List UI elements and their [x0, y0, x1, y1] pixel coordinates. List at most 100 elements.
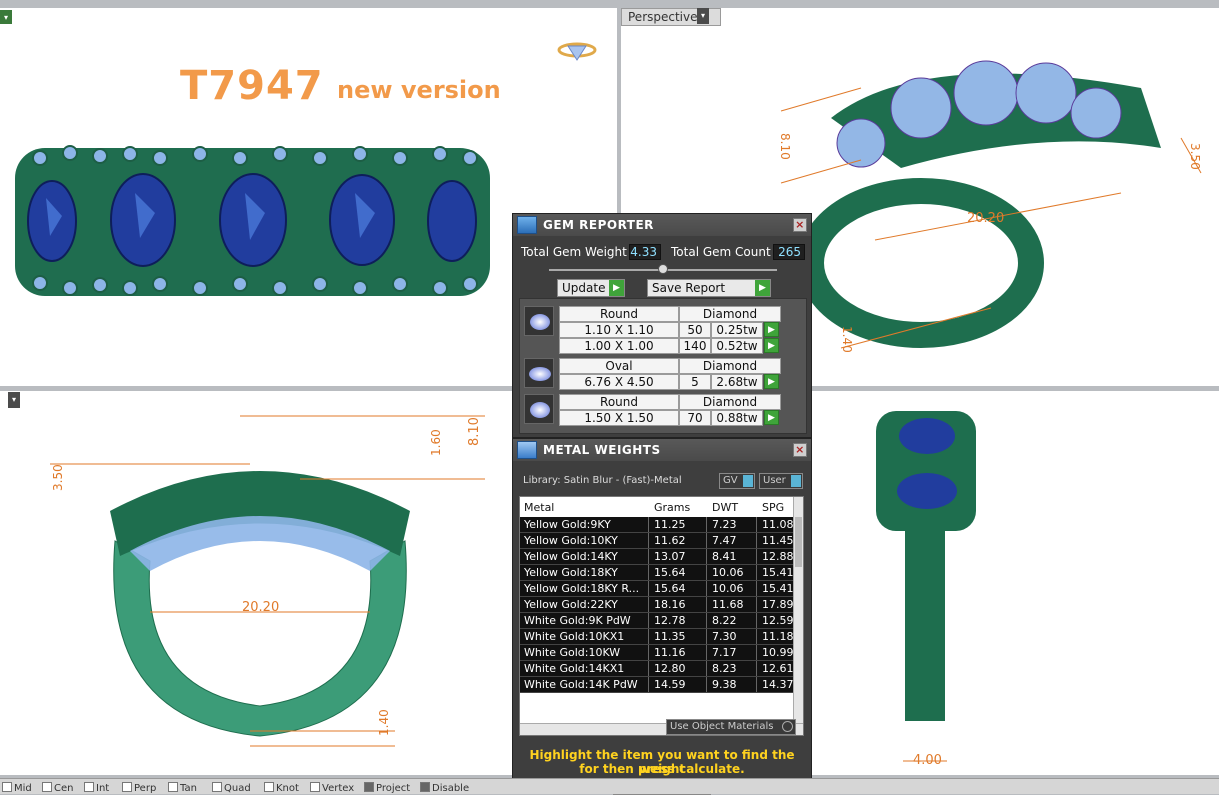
snap-option-quad[interactable]: Quad	[212, 782, 251, 794]
metal-cell: 14.37	[762, 678, 794, 691]
column-header[interactable]: Grams	[654, 501, 690, 514]
snap-status-bar: Mid Cen Int Perp Tan Quad Knot Vertex Project Dis…	[0, 778, 1219, 794]
metal-cell: 15.64	[654, 566, 686, 579]
metal-row[interactable]: Yellow Gold:22KY 18.16 11.68 17.89	[520, 597, 795, 613]
column-header[interactable]: Metal	[524, 501, 554, 514]
select-gem-button[interactable]: ▶	[764, 322, 779, 337]
metal-cell: 17.89	[762, 598, 794, 611]
metal-cell: 11.35	[654, 630, 686, 643]
snap-option-perp[interactable]: Perp	[122, 782, 156, 794]
gem-shape: Round	[559, 306, 679, 322]
gem-reporter-title: GEM REPORTER	[543, 218, 654, 232]
select-gem-button[interactable]: ▶	[764, 338, 779, 353]
checkbox-icon[interactable]	[122, 782, 132, 792]
gem-group: Round Diamond 1.50 X 1.50 70 0.88tw ▶	[523, 394, 781, 428]
gem-count: 70	[679, 410, 711, 426]
metal-row[interactable]: White Gold:10KW 11.16 7.17 10.99	[520, 645, 795, 661]
metal-cell: 12.80	[654, 662, 686, 675]
snap-option-cen[interactable]: Cen	[42, 782, 73, 794]
dim-label: 1.40	[840, 326, 854, 353]
snap-option-knot[interactable]: Knot	[264, 782, 299, 794]
metal-row[interactable]: Yellow Gold:10KY 11.62 7.47 11.45	[520, 533, 795, 549]
gem-slider-handle[interactable]	[658, 264, 668, 274]
gem-material: Diamond	[679, 394, 781, 410]
oval-gem-icon	[524, 358, 554, 388]
checkbox-icon[interactable]	[420, 782, 430, 792]
checkbox-icon[interactable]	[264, 782, 274, 792]
snap-option-label: Quad	[224, 783, 251, 794]
column-header[interactable]: DWT	[712, 501, 738, 514]
save-report-button-label: Save Report	[652, 281, 726, 295]
dim-label: 8.10	[467, 417, 482, 446]
snap-option-label: Vertex	[322, 783, 355, 794]
metal-table-header: Metal Grams DWT SPG	[520, 497, 795, 517]
gem-shape: Round	[559, 394, 679, 410]
metal-cell: White Gold:10KX1	[524, 630, 625, 643]
metal-weights-header[interactable]: METAL WEIGHTS ×	[513, 439, 811, 461]
gem-tw: 0.52tw	[711, 338, 763, 354]
gem-shape: Oval	[559, 358, 679, 374]
metal-row[interactable]: White Gold:14K PdW 14.59 9.38 14.37	[520, 677, 795, 693]
checkbox-icon[interactable]	[84, 782, 94, 792]
snap-option-label: Int	[96, 783, 110, 794]
user-toggle-label: User	[763, 475, 786, 486]
gem-group: Round Diamond 1.10 X 1.10 50 0.25tw ▶ 1.…	[523, 306, 781, 356]
gem-material: Diamond	[679, 358, 781, 374]
metal-cell: 10.06	[712, 582, 744, 595]
snap-option-vertex[interactable]: Vertex	[310, 782, 354, 794]
metal-cell: 12.78	[654, 614, 686, 627]
snap-option-int[interactable]: Int	[84, 782, 109, 794]
metal-row[interactable]: Yellow Gold:9KY 11.25 7.23 11.08	[520, 517, 795, 533]
metal-row[interactable]: Yellow Gold:18KY R... 15.64 10.06 15.41	[520, 581, 795, 597]
metal-row[interactable]: Yellow Gold:14KY 13.07 8.41 12.88	[520, 549, 795, 565]
checkbox-icon[interactable]	[168, 782, 178, 792]
metal-cell: Yellow Gold:18KY R...	[524, 582, 640, 595]
snap-option-label: Perp	[134, 783, 157, 794]
metal-cell: 11.16	[654, 646, 686, 659]
snap-option-disable[interactable]: Disable	[420, 782, 469, 794]
close-icon[interactable]: ×	[793, 443, 807, 457]
metal-cell: 11.45	[762, 534, 794, 547]
checkbox-icon[interactable]	[212, 782, 222, 792]
gem-material: Diamond	[679, 306, 781, 322]
snap-option-label: Project	[376, 783, 411, 794]
use-object-materials-select[interactable]: Use Object Materials	[666, 719, 796, 735]
snap-option-mid[interactable]: Mid	[2, 782, 32, 794]
gem-tw: 0.25tw	[711, 322, 763, 338]
gem-reporter-panel: GEM REPORTER × Total Gem Weight 4.33 Tot…	[512, 213, 812, 438]
checkbox-icon[interactable]	[42, 782, 52, 792]
metal-row[interactable]: White Gold:14KX1 12.80 8.23 12.61	[520, 661, 795, 677]
gv-toggle[interactable]: GV	[719, 473, 755, 489]
snap-option-tan[interactable]: Tan	[168, 782, 197, 794]
checkbox-icon[interactable]	[310, 782, 320, 792]
metal-cell: 12.61	[762, 662, 794, 675]
metal-cell: White Gold:14K PdW	[524, 678, 638, 691]
column-header[interactable]: SPG	[762, 501, 784, 514]
vertical-scrollbar[interactable]	[793, 497, 803, 735]
total-gem-count-label: Total Gem Count	[671, 245, 771, 259]
metal-weights-table[interactable]: Metal Grams DWT SPG Yellow Gold:9KY 11.25…	[519, 496, 804, 736]
save-report-button[interactable]: Save Report ▶	[647, 279, 771, 297]
gem-reporter-header[interactable]: GEM REPORTER ×	[513, 214, 811, 236]
metal-weights-panel: METAL WEIGHTS × Library: Satin Blur - (F…	[512, 438, 812, 795]
gem-group: Oval Diamond 6.76 X 4.50 5 2.68tw ▶	[523, 358, 781, 392]
close-icon[interactable]: ×	[793, 218, 807, 232]
snap-option-project[interactable]: Project	[364, 782, 410, 794]
total-gem-weight-value: 4.33	[629, 244, 661, 260]
metal-cell: Yellow Gold:14KY	[524, 550, 618, 563]
user-toggle[interactable]: User	[759, 473, 803, 489]
metal-cell: 15.41	[762, 566, 794, 579]
select-gem-button[interactable]: ▶	[764, 374, 779, 389]
select-gem-button[interactable]: ▶	[764, 410, 779, 425]
metal-cell: 11.62	[654, 534, 686, 547]
update-button[interactable]: Update ▶	[557, 279, 625, 297]
metal-row[interactable]: Yellow Gold:18KY 15.64 10.06 15.41	[520, 565, 795, 581]
metal-row[interactable]: White Gold:9K PdW 12.78 8.22 12.59	[520, 613, 795, 629]
dropdown-icon	[782, 721, 793, 732]
metal-row[interactable]: White Gold:10KX1 11.35 7.30 11.18	[520, 629, 795, 645]
checkbox-icon[interactable]	[2, 782, 12, 792]
round-gem-icon	[524, 394, 554, 424]
checkbox-icon[interactable]	[364, 782, 374, 792]
ring-logo-icon	[557, 42, 597, 61]
scrollbar-thumb[interactable]	[795, 517, 802, 567]
